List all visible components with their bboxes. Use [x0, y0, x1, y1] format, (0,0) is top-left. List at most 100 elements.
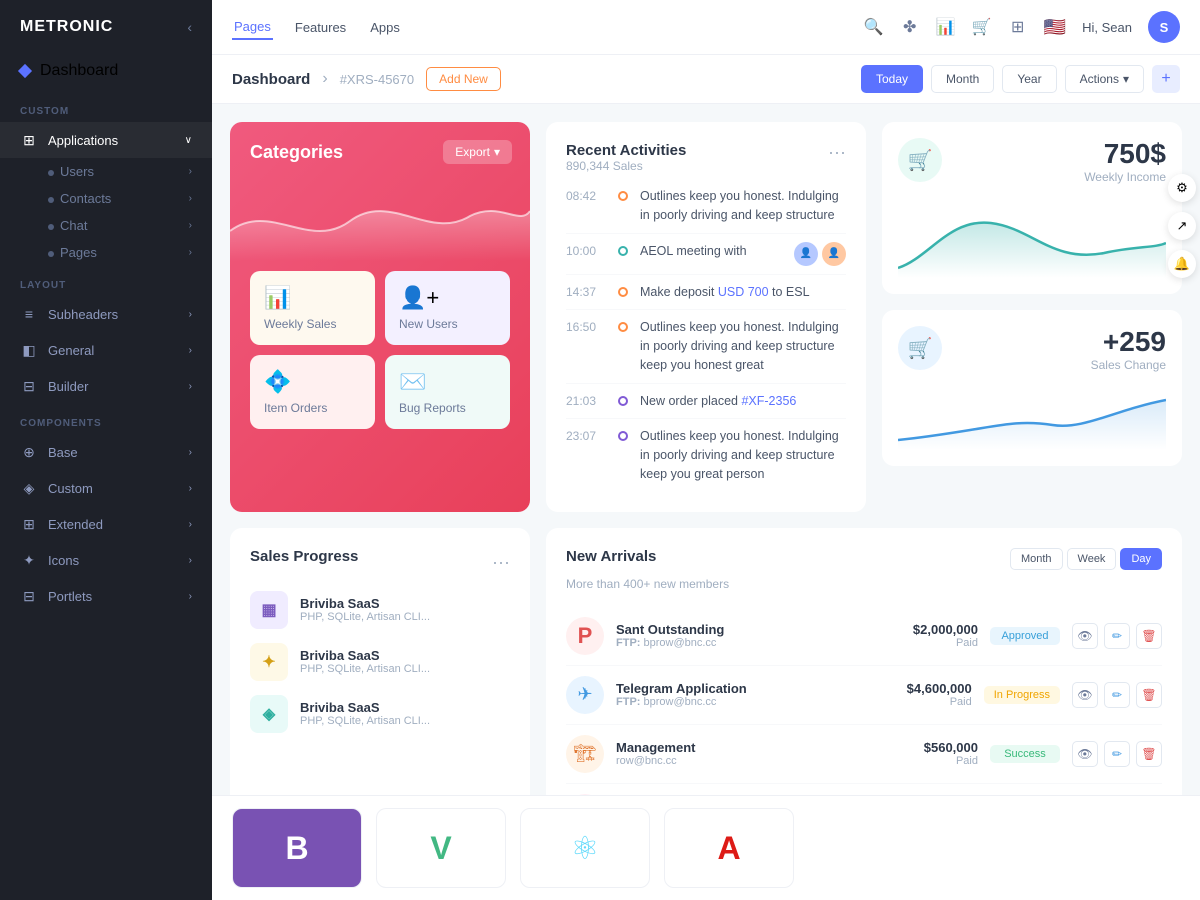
today-button[interactable]: Today	[861, 65, 923, 93]
layout-section-label: LAYOUT	[0, 266, 212, 296]
activity-time: 14:37	[566, 283, 606, 299]
edit-button[interactable]: ✏	[1104, 682, 1130, 708]
delete-button[interactable]: 🗑	[1136, 741, 1162, 767]
activity-time: 10:00	[566, 242, 606, 258]
sidebar-item-users[interactable]: Users ›	[0, 158, 212, 185]
delete-button[interactable]: 🗑	[1136, 682, 1162, 708]
activities-menu-icon[interactable]: ···	[828, 142, 846, 163]
breadcrumb: Dashboard › #XRS-45670 Add New	[232, 67, 501, 91]
cart-icon[interactable]: 🛒	[972, 17, 992, 37]
dots-menu-icon[interactable]: ···	[492, 552, 510, 573]
export-button[interactable]: Export ▾	[443, 140, 512, 164]
status-badge: In Progress	[984, 686, 1060, 704]
user-greeting: Hi, Sean	[1082, 20, 1132, 35]
analytics-icon[interactable]: 📊	[936, 17, 956, 37]
sidebar-dashboard-item[interactable]: Dashboard	[0, 54, 212, 88]
activity-avatars: 👤 👤	[794, 242, 846, 266]
custom-section-label: CUSTOM	[0, 96, 212, 122]
flag-icon[interactable]: 🇺🇸	[1044, 17, 1066, 38]
arrivals-name: Telegram Application	[616, 681, 870, 696]
sidebar-item-portlets[interactable]: ⊟ Portlets ›	[0, 578, 212, 614]
mini-card-new-users[interactable]: 👤+ New Users	[385, 271, 510, 345]
arrivals-subtitle: More than 400+ new members	[566, 577, 729, 591]
progress-info: Briviba SaaS PHP, SQLite, Artisan CLI...	[300, 596, 510, 623]
quick-actions: ⚙ ↗ 🔔	[1168, 174, 1196, 278]
mini-card-item-orders[interactable]: 💠 Item Orders	[250, 355, 375, 429]
edit-button[interactable]: ✏	[1104, 623, 1130, 649]
mini-card-bug-reports[interactable]: ✉️ Bug Reports	[385, 355, 510, 429]
arrivals-ftp: FTP: bprow@bnc.cc	[616, 637, 876, 649]
income-amount: 750$	[1084, 138, 1166, 170]
custom-icon: ◈	[20, 479, 38, 497]
progress-sub: PHP, SQLite, Artisan CLI...	[300, 715, 510, 727]
activity-time: 16:50	[566, 318, 606, 334]
nav-apps[interactable]: Apps	[368, 16, 402, 39]
sidebar-item-chat[interactable]: Chat ›	[0, 212, 212, 239]
send-icon[interactable]: ↗	[1168, 212, 1196, 240]
view-button[interactable]: 👁	[1072, 623, 1098, 649]
wave-chart	[230, 181, 530, 261]
chevron-down-icon: ∨	[185, 135, 192, 146]
nav-pages[interactable]: Pages	[232, 15, 273, 40]
activity-text: AEOL meeting with	[640, 242, 782, 261]
framework-vue[interactable]: V	[376, 808, 506, 888]
arrivals-amount: $560,000 Paid	[888, 740, 978, 767]
sidebar-item-icons[interactable]: ✦ Icons ›	[0, 542, 212, 578]
sidebar-item-general[interactable]: ◧ General ›	[0, 332, 212, 368]
plus-button[interactable]: +	[1152, 65, 1180, 93]
sidebar-collapse-icon[interactable]: ‹	[187, 19, 192, 35]
view-button[interactable]: 👁	[1072, 682, 1098, 708]
delete-button[interactable]: 🗑	[1136, 623, 1162, 649]
sidebar-item-contacts[interactable]: Contacts ›	[0, 185, 212, 212]
progress-avatar: ✦	[250, 643, 288, 681]
mini-card-label: Item Orders	[264, 401, 361, 415]
row-actions: 👁 ✏ 🗑	[1072, 741, 1162, 767]
chevron-right-icon: ›	[189, 309, 192, 320]
actions-button[interactable]: Actions ▾	[1065, 65, 1144, 93]
share-icon[interactable]: ✤	[900, 17, 920, 37]
add-new-button[interactable]: Add New	[426, 67, 501, 91]
breadcrumb-id: #XRS-45670	[340, 72, 414, 87]
grid-icon[interactable]: ⊞	[1008, 17, 1028, 37]
sidebar-item-pages[interactable]: Pages ›	[0, 239, 212, 266]
view-button[interactable]: 👁	[1072, 741, 1098, 767]
components-section-label: COMPONENTS	[0, 404, 212, 434]
activities-subtitle: 890,344 Sales	[566, 159, 686, 173]
sidebar-item-extended[interactable]: ⊞ Extended ›	[0, 506, 212, 542]
logo-text: METRONIC	[20, 18, 113, 36]
nav-features[interactable]: Features	[293, 16, 348, 39]
progress-name: Briviba SaaS	[300, 648, 510, 663]
sidebar-item-builder[interactable]: ⊟ Builder ›	[0, 368, 212, 404]
day-period-button[interactable]: Day	[1120, 548, 1162, 570]
sidebar-item-subheaders[interactable]: ≡ Subheaders ›	[0, 296, 212, 332]
activity-item: 23:07 Outlines keep you honest. Indulgin…	[566, 419, 846, 491]
year-button[interactable]: Year	[1002, 65, 1056, 93]
sidebar-item-label: Builder	[48, 379, 88, 394]
categories-title: Categories	[250, 142, 343, 163]
sidebar-item-custom[interactable]: ◈ Custom ›	[0, 470, 212, 506]
activity-dot-icon	[618, 431, 628, 441]
search-icon[interactable]: 🔍	[864, 17, 884, 37]
month-button[interactable]: Month	[931, 65, 994, 93]
arrivals-header: New Arrivals More than 400+ new members …	[566, 548, 1162, 603]
sidebar: METRONIC ‹ Dashboard CUSTOM ⊞ Applicatio…	[0, 0, 212, 900]
sidebar-logo: METRONIC ‹	[0, 0, 212, 54]
bell-icon[interactable]: 🔔	[1168, 250, 1196, 278]
mini-card-weekly-sales[interactable]: 📊 Weekly Sales	[250, 271, 375, 345]
framework-angular[interactable]: A	[664, 808, 794, 888]
framework-bootstrap[interactable]: B	[232, 808, 362, 888]
recent-activities-card: Recent Activities 890,344 Sales ··· 08:4…	[546, 122, 866, 512]
activity-item: 21:03 New order placed #XF-2356	[566, 384, 846, 420]
month-period-button[interactable]: Month	[1010, 548, 1063, 570]
sidebar-item-base[interactable]: ⊕ Base ›	[0, 434, 212, 470]
framework-react[interactable]: ⚛	[520, 808, 650, 888]
edit-button[interactable]: ✏	[1104, 741, 1130, 767]
activity-text: Outlines keep you honest. Indulging in p…	[640, 427, 846, 483]
main-content: Pages Features Apps 🔍 ✤ 📊 🛒 ⊞ 🇺🇸 Hi, Sea…	[212, 0, 1200, 900]
week-period-button[interactable]: Week	[1067, 548, 1117, 570]
user-plus-icon: 👤+	[399, 285, 496, 311]
user-avatar[interactable]: S	[1148, 11, 1180, 43]
arrivals-price: $2,000,000	[888, 622, 978, 637]
sidebar-item-applications[interactable]: ⊞ Applications ∨	[0, 122, 212, 158]
quick-action-icon[interactable]: ⚙	[1168, 174, 1196, 202]
